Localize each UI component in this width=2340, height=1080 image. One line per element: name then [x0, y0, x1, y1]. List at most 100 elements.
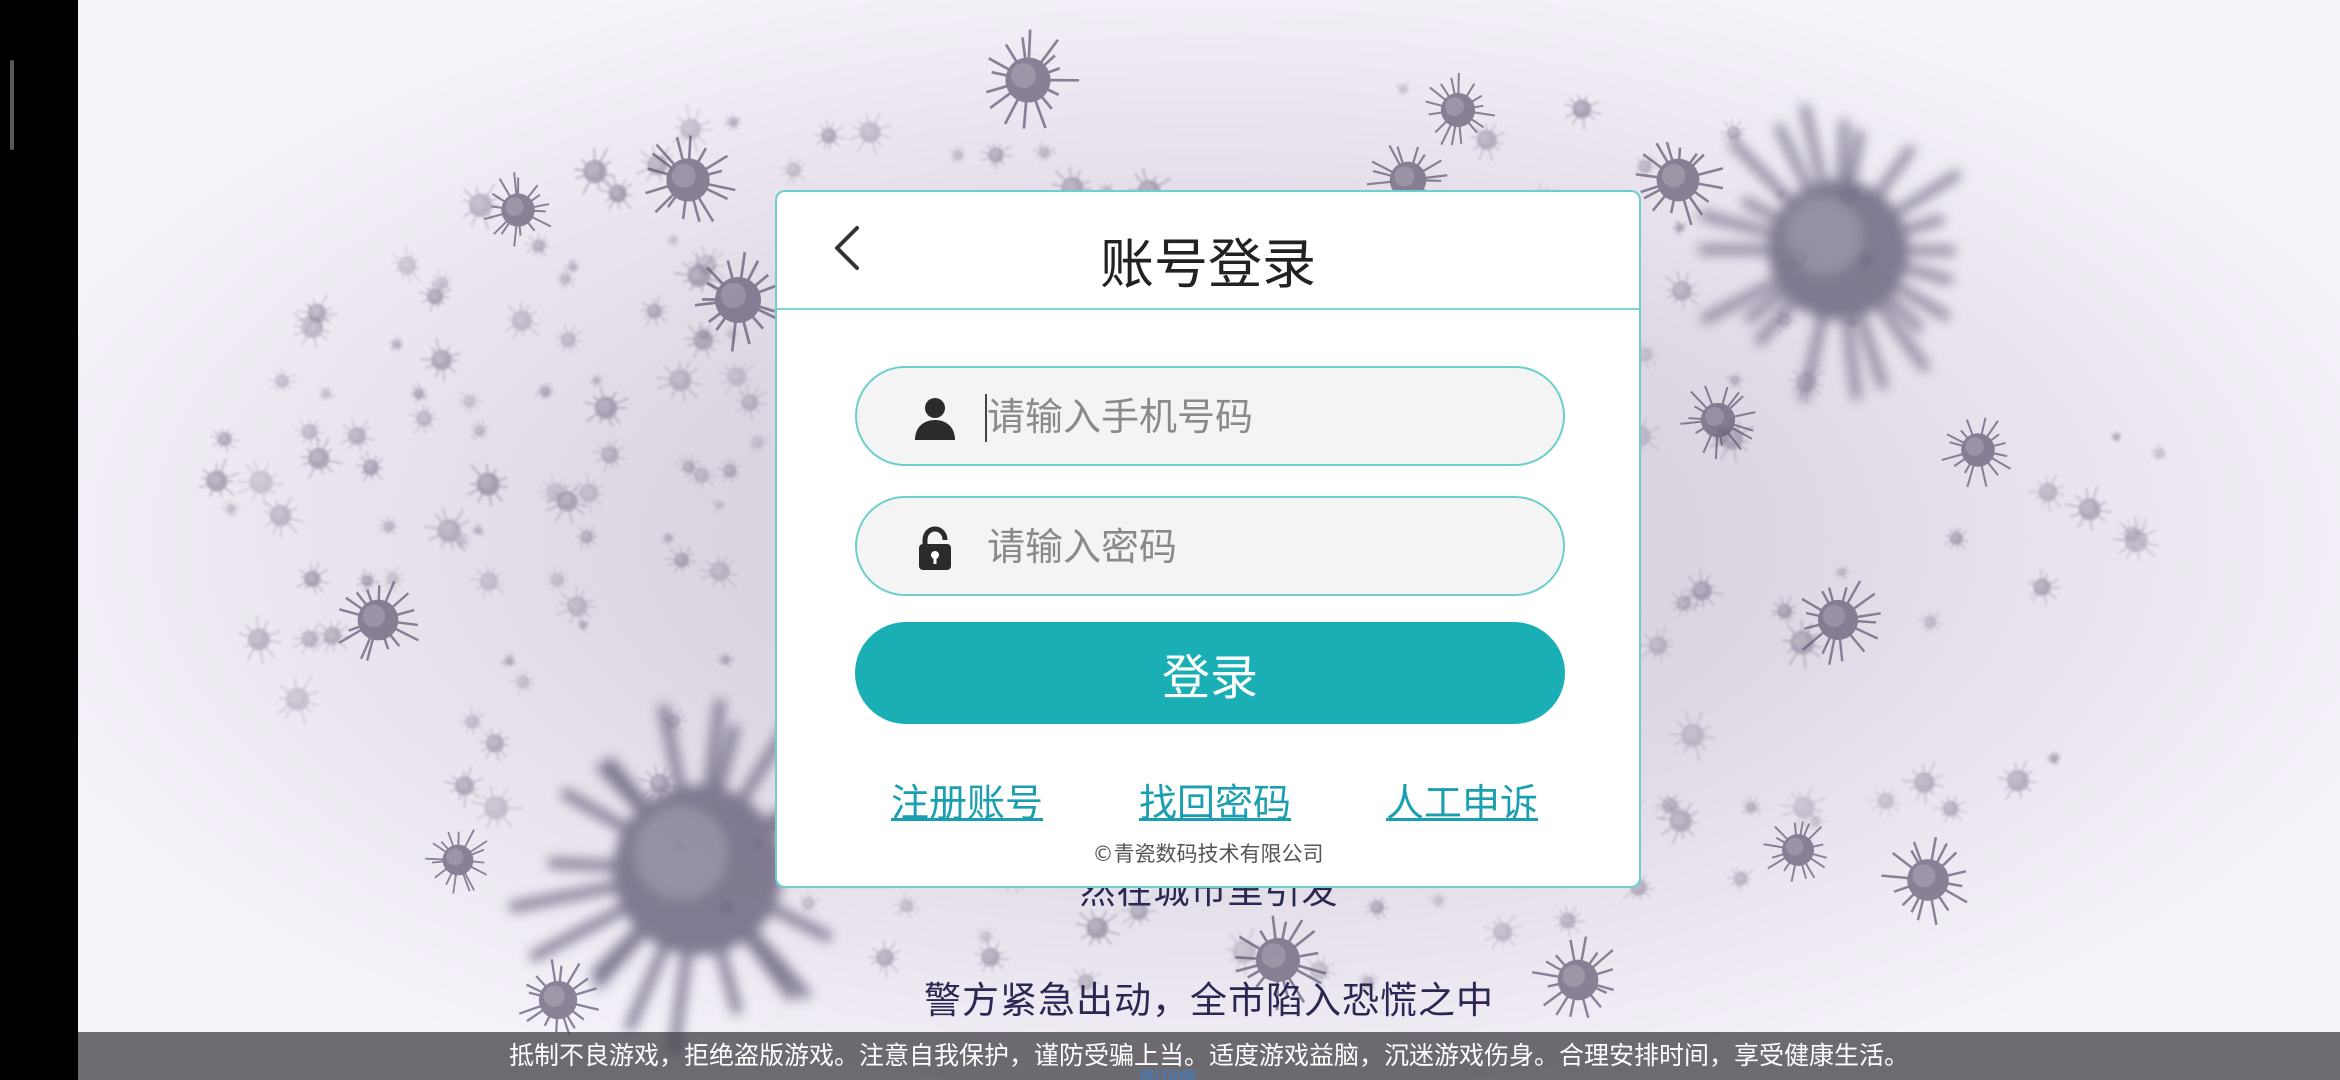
login-dialog: 账号登录 登录 注册账号 找回密码 人工申诉 ©青瓷数码技术有限公司 [775, 190, 1641, 888]
virus-particle [2110, 431, 2122, 443]
virus-particle [2046, 750, 2061, 766]
virus-particle [276, 676, 319, 725]
virus-particle [457, 391, 484, 414]
user-icon [915, 398, 955, 440]
virus-particle [500, 652, 517, 668]
virus-particle [470, 420, 489, 442]
virus-particle [1998, 759, 2038, 800]
story-subtitle: 警方紧急出动，全市陷入恐慌之中 [924, 979, 1494, 1022]
virus-particle [295, 561, 330, 595]
virus-particle [711, 499, 726, 512]
virus-particle [318, 385, 336, 401]
virus-particle [355, 450, 384, 482]
virus-particle [383, 565, 406, 593]
system-edge-strip [0, 0, 78, 1080]
virus-particle [555, 324, 582, 354]
dialog-header: 账号登录 [777, 192, 1639, 310]
health-notice-bar: 抵制不良游戏，拒绝盗版游戏。注意自我保护，谨防受骗上当。适度游戏益脑，沉迷游戏伤… [78, 1032, 2340, 1080]
virus-particle [1901, 761, 1944, 806]
virus-particle [1781, 620, 1822, 669]
virus-particle [640, 296, 669, 326]
virus-particle [408, 404, 437, 434]
virus-particle [292, 622, 328, 655]
register-link[interactable]: 注册账号 [891, 772, 1043, 827]
virus-particle [459, 706, 486, 735]
phone-field[interactable] [855, 366, 1565, 466]
virus-particle [2027, 569, 2061, 606]
virus-particle [985, 29, 1080, 129]
virus-particle [547, 567, 569, 592]
virus-particle [198, 458, 240, 498]
virus-particle [645, 135, 736, 223]
virus-particle [300, 437, 343, 479]
virus-particle [1075, 909, 1121, 946]
virus-particle [2150, 443, 2169, 462]
virus-particle [1655, 802, 1699, 845]
dialog-title: 账号登录 [1100, 233, 1316, 296]
virus-particle [478, 728, 510, 762]
virus-particle [656, 361, 702, 402]
virus-particle [294, 419, 324, 448]
virus-particle [1771, 596, 1797, 625]
virus-particle [716, 652, 735, 667]
virus-particle [391, 246, 421, 284]
virus-particle [356, 569, 380, 593]
virus-particle [1698, 104, 1962, 402]
lock-icon [919, 526, 951, 570]
app-screen: 然在城市里引发 警方紧急出动，全市陷入恐慌之中 账号登录 请输入手机号码 登录 … [0, 0, 2340, 1080]
virus-particle [590, 373, 603, 387]
virus-particle [471, 523, 485, 537]
virus-particle [315, 620, 350, 653]
virus-particle [849, 112, 892, 156]
virus-particle [979, 142, 1013, 170]
virus-particle [389, 336, 403, 353]
skip-animation-link[interactable]: 跳过动画 [1140, 1066, 1196, 1080]
edge-handle[interactable] [10, 60, 14, 150]
virus-particle [575, 526, 598, 550]
manual-appeal-link[interactable]: 人工申诉 [1386, 772, 1538, 827]
virus-particle [2028, 474, 2065, 512]
virus-particle [1943, 527, 1969, 550]
virus-particle [564, 258, 580, 274]
virus-particle [237, 459, 284, 506]
virus-particle [1741, 795, 1762, 817]
virus-particle [1834, 565, 1850, 580]
virus-particle [1032, 140, 1057, 163]
virus-particle [210, 428, 240, 454]
virus-particle [1635, 141, 1724, 226]
virus-particle [974, 937, 1010, 973]
virus-particle [505, 301, 540, 341]
virus-particle [665, 546, 697, 574]
password-input[interactable] [987, 516, 1527, 578]
virus-particle [264, 496, 304, 538]
virus-particle [1668, 710, 1716, 762]
login-button[interactable]: 登录 [855, 622, 1565, 724]
virus-particle [949, 145, 966, 164]
virus-particle [1483, 914, 1523, 951]
virus-particle [411, 382, 428, 403]
virus-particle [556, 585, 598, 626]
virus-particle [716, 457, 742, 484]
virus-particle [339, 419, 376, 451]
copyright-text: ©青瓷数码技术有限公司 [1092, 842, 1324, 866]
virus-particle [698, 555, 739, 590]
virus-particle [467, 463, 508, 507]
virus-particle [483, 172, 552, 247]
virus-particle [378, 516, 398, 536]
virus-particle [724, 113, 742, 131]
virus-particle [1665, 270, 1699, 310]
virus-particle [443, 766, 484, 808]
virus-particle [1933, 795, 1967, 823]
virus-particle [717, 362, 755, 396]
phone-input[interactable] [987, 386, 1527, 448]
virus-particle [1638, 626, 1675, 662]
virus-particle [577, 620, 590, 632]
virus-particle [1564, 94, 1602, 130]
virus-particle [2065, 485, 2112, 532]
virus-particle [666, 233, 680, 248]
recover-password-link[interactable]: 找回密码 [1139, 772, 1291, 827]
virus-particle [266, 366, 298, 392]
text-caret [985, 394, 987, 442]
virus-particle [1918, 610, 1944, 634]
password-field[interactable] [855, 496, 1565, 596]
